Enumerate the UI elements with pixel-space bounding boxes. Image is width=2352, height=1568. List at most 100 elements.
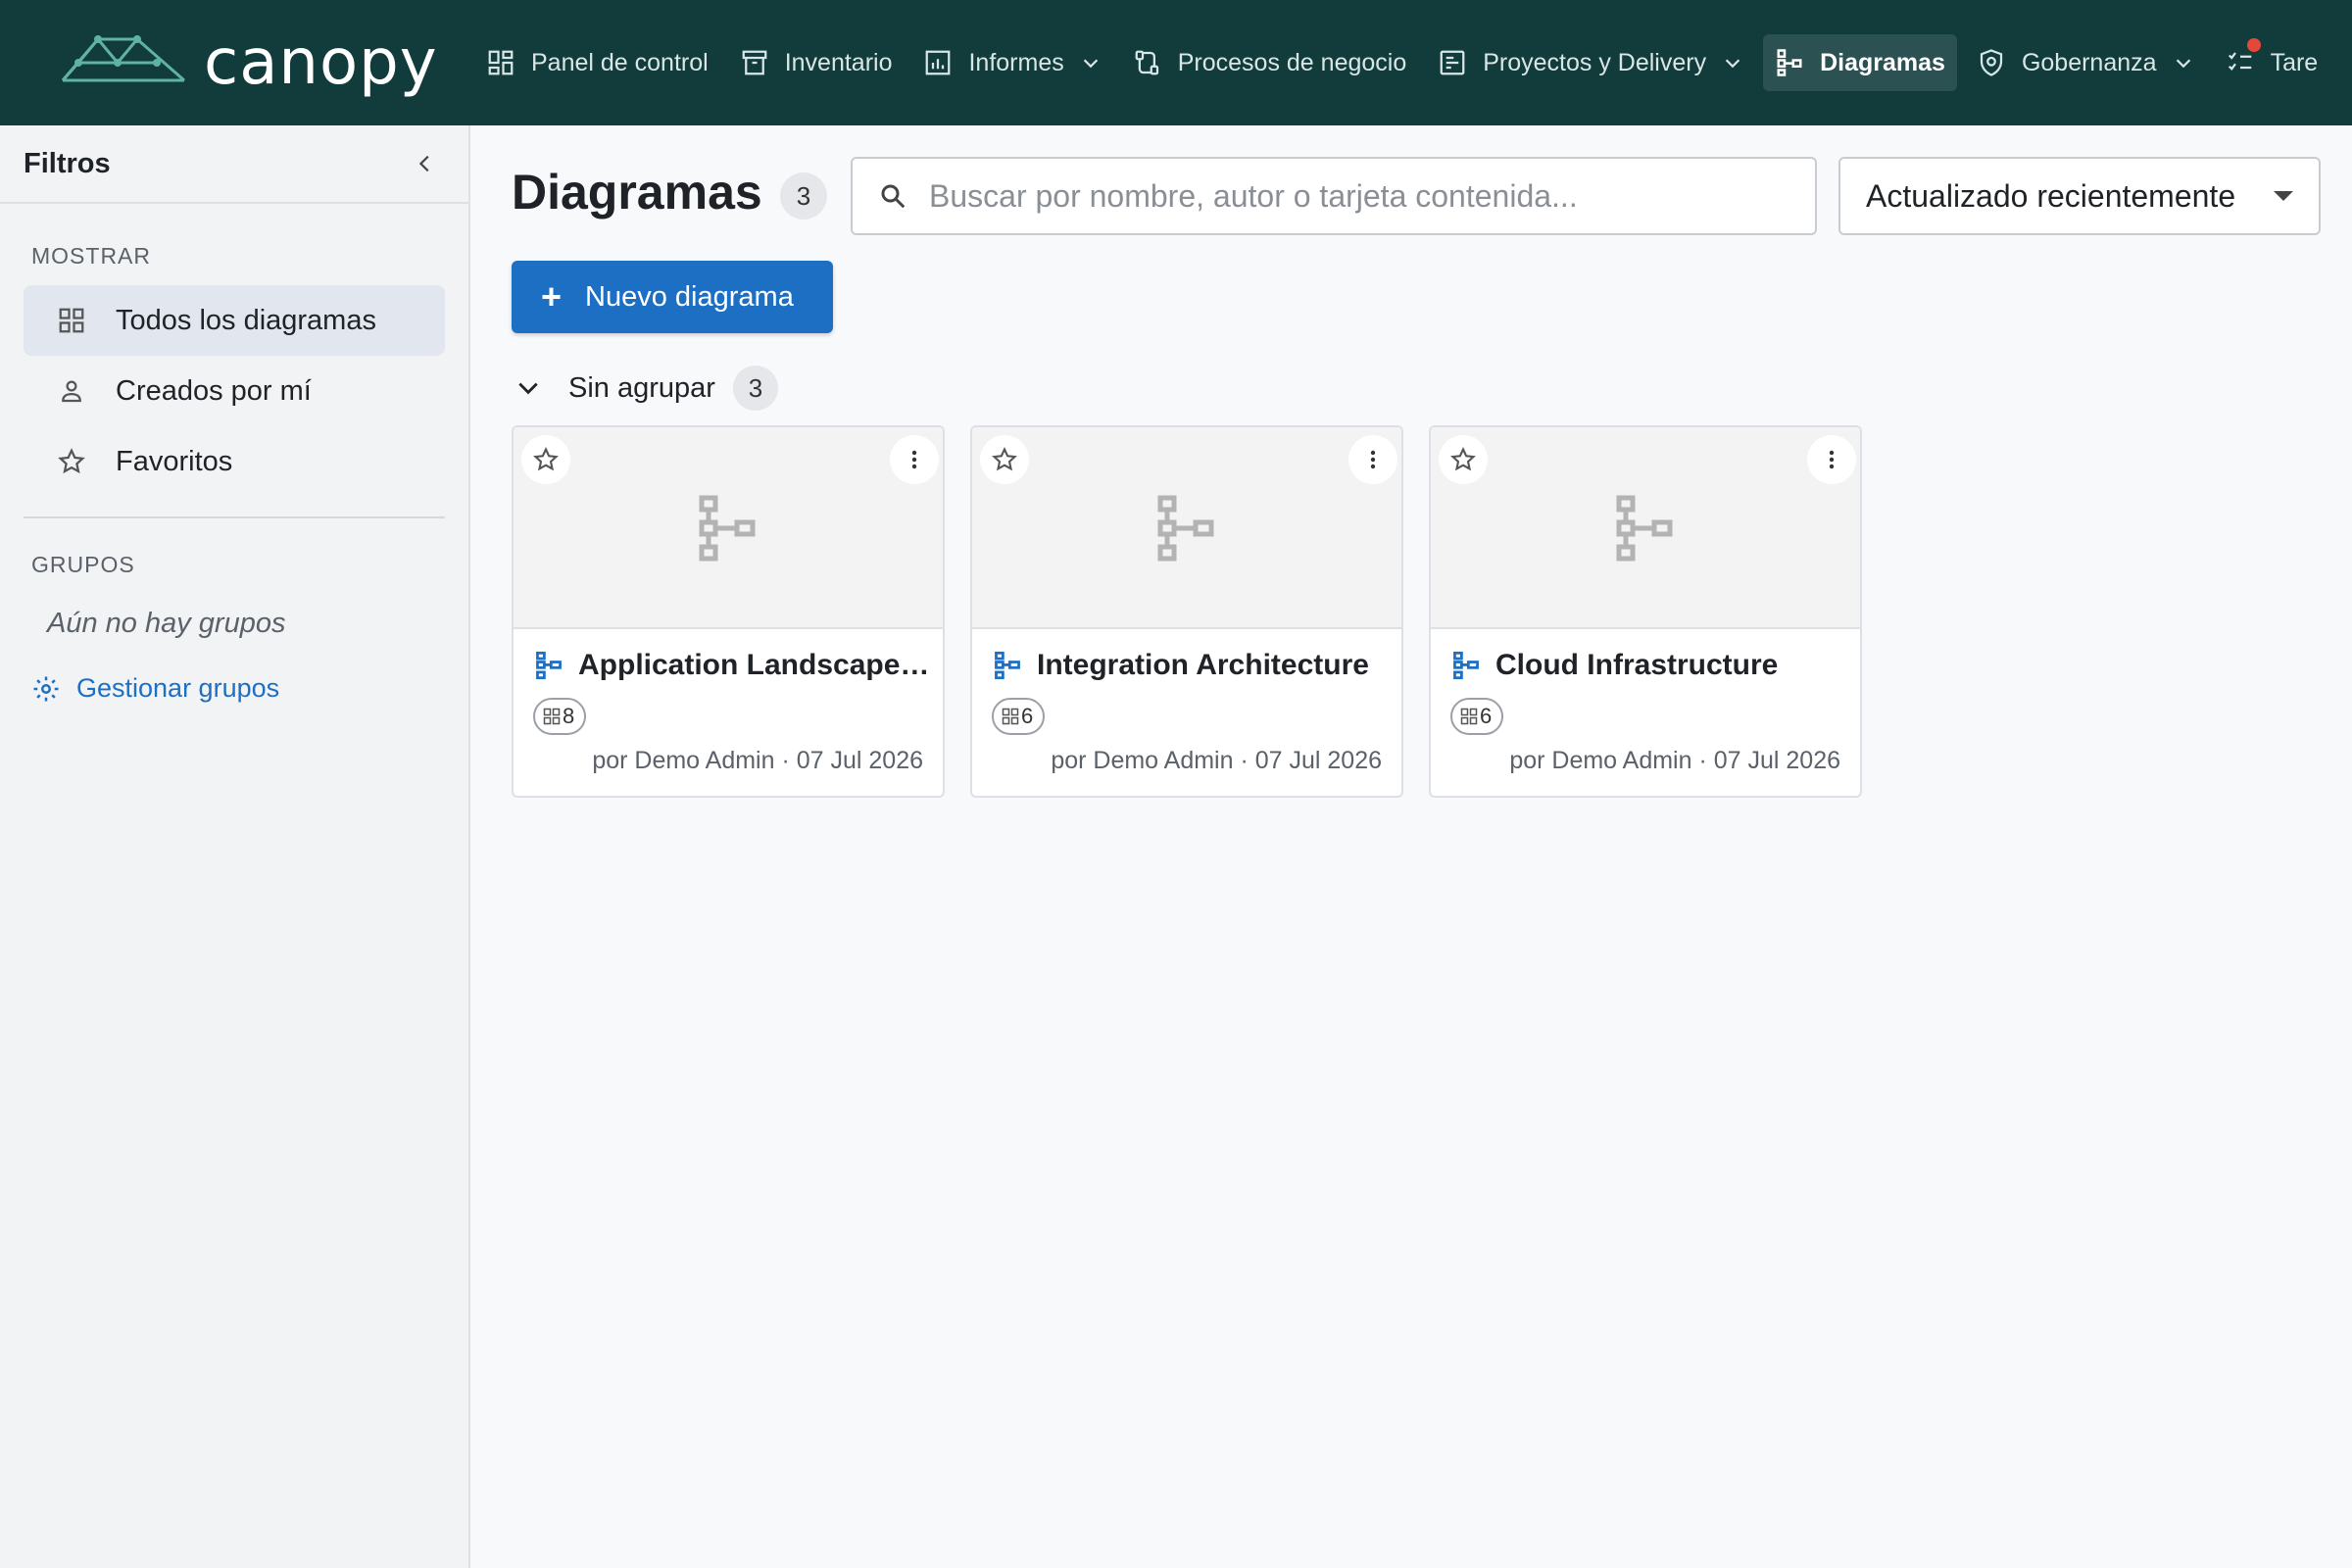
card-title-row: Integration Architecture [994, 649, 1390, 682]
star-icon [533, 447, 559, 471]
chevron-down-icon [1083, 59, 1098, 69]
more-vertical-icon [1370, 450, 1376, 469]
sidebar-item-all-diagrams[interactable]: Todos los diagramas [24, 285, 445, 356]
person-icon [62, 380, 81, 403]
card-count-chip: 6 [1450, 698, 1503, 735]
diagram-card[interactable]: Integration Architecture 6 por Demo Admi… [970, 425, 1403, 798]
main-content: Diagramas 3 Actualizado recientemente + … [472, 125, 2352, 1568]
brand-logo[interactable]: canopy [59, 27, 438, 98]
manage-groups-link[interactable]: Gestionar grupos [0, 673, 468, 704]
diagram-icon [1453, 651, 1479, 680]
sidebar-title: Filtros [24, 147, 111, 179]
plus-icon: + [541, 276, 563, 317]
sidebar-item-favorites[interactable]: Favoritos [24, 426, 445, 497]
shield-icon [1980, 49, 2003, 76]
sidebar-header: Filtros [0, 125, 468, 204]
card-menu-button[interactable] [1807, 435, 1856, 484]
diagram-placeholder-icon [699, 495, 756, 562]
dashboard-icon [488, 50, 514, 75]
card-menu-button[interactable] [890, 435, 939, 484]
favorite-button[interactable] [521, 435, 570, 484]
notification-dot [2246, 38, 2261, 52]
card-title-row: Cloud Infrastructure [1452, 649, 1848, 682]
card-title-row: Application Landscape ... [535, 649, 931, 682]
card-thumbnail [972, 427, 1401, 629]
diagram-icon [536, 651, 562, 680]
card-thumbnail [1431, 427, 1860, 629]
card-count-chip: 6 [992, 698, 1045, 735]
diagram-icon [995, 651, 1020, 680]
diagram-card[interactable]: Cloud Infrastructure 6 por Demo Admin · … [1429, 425, 1862, 798]
card-count-chip: 8 [533, 698, 586, 735]
groups-section-label: GRUPOS [31, 552, 135, 577]
sort-label: Actualizado recientemente [1866, 177, 2236, 214]
nav-item-diagramas[interactable]: Diagramas [1763, 34, 1957, 91]
search-input[interactable] [929, 177, 1811, 215]
nav-label: Panel de control [531, 48, 709, 76]
group-count-badge: 3 [732, 366, 778, 411]
card-meta: por Demo Admin · 07 Jul 2026 [1509, 747, 1840, 774]
nav-label: Inventario [784, 48, 893, 76]
cards-icon [1460, 708, 1478, 725]
favorite-button[interactable] [1439, 435, 1488, 484]
tasks-icon [2228, 52, 2251, 71]
nav-label: Procesos de negocio [1177, 48, 1407, 76]
star-icon [1450, 447, 1476, 471]
nav-label: Diagramas [1820, 48, 1945, 76]
chevron-down-icon [518, 382, 538, 395]
diagram-placeholder-icon [1616, 495, 1673, 562]
manage-groups-label: Gestionar grupos [76, 673, 280, 703]
favorite-button[interactable] [980, 435, 1029, 484]
canopy-logo-icon [61, 35, 185, 82]
diagram-icon [1777, 49, 1802, 76]
nav-label: Gobernanza [2021, 48, 2157, 76]
chart-icon [926, 50, 951, 75]
search-box[interactable] [851, 157, 1817, 235]
cards-icon [1002, 708, 1019, 725]
nav-item-proyectos-y-delivery[interactable]: Proyectos y Delivery [1426, 34, 1755, 91]
card-title: Cloud Infrastructure [1495, 649, 1779, 681]
sidebar-item-label: Todos los diagramas [116, 304, 376, 336]
diagram-card[interactable]: Application Landscape ... 8 por Demo Adm… [512, 425, 945, 798]
more-vertical-icon [1829, 450, 1835, 469]
card-menu-button[interactable] [1348, 435, 1397, 484]
card-thumbnail [514, 427, 943, 629]
card-count: 6 [1021, 704, 1034, 728]
nav-item-gobernanza[interactable]: Gobernanza [1965, 34, 2206, 91]
search-icon [881, 184, 906, 209]
nav-item-informes[interactable]: Informes [911, 34, 1112, 91]
card-count: 8 [563, 704, 575, 728]
new-diagram-label: Nuevo diagrama [585, 280, 794, 313]
main-nav: Panel de control Inventario Informes Pro… [474, 33, 2337, 92]
group-label: Sin agrupar [568, 371, 715, 404]
sidebar-item-created-by-me[interactable]: Creados por mí [24, 356, 445, 426]
sort-select[interactable]: Actualizado recientemente [1838, 157, 2321, 235]
gear-icon [33, 676, 59, 701]
nav-item-panel-de-control[interactable]: Panel de control [474, 34, 720, 91]
page-title: Diagramas [512, 165, 762, 220]
collapse-sidebar-button[interactable] [406, 144, 445, 183]
card-meta: por Demo Admin · 07 Jul 2026 [592, 747, 923, 774]
nav-item-procesos-de-negocio[interactable]: Procesos de negocio [1121, 34, 1418, 91]
star-icon [992, 447, 1017, 471]
cards-icon [543, 708, 561, 725]
sidebar-item-label: Creados por mí [116, 374, 312, 407]
groups-empty-text: Aún no hay grupos [47, 608, 286, 639]
card-count: 6 [1480, 704, 1493, 728]
card-meta: por Demo Admin · 07 Jul 2026 [1051, 747, 1382, 774]
nav-label: Proyectos y Delivery [1483, 48, 1707, 76]
card-title: Integration Architecture [1037, 649, 1369, 681]
show-section-label: MOSTRAR [31, 243, 151, 269]
chevron-left-icon [418, 155, 429, 172]
nav-item-tareas[interactable]: Tare [2214, 34, 2330, 91]
project-icon [1440, 50, 1465, 75]
nav-label: Informes [968, 48, 1064, 76]
group-header[interactable]: Sin agrupar 3 [515, 361, 778, 416]
diagram-placeholder-icon [1157, 495, 1214, 562]
archive-icon [742, 50, 767, 75]
star-icon [58, 448, 85, 474]
top-navigation: canopy Panel de control Inventario Infor… [0, 0, 2352, 125]
nav-item-inventario[interactable]: Inventario [728, 34, 905, 91]
new-diagram-button[interactable]: + Nuevo diagrama [512, 261, 833, 333]
caret-down-icon [2274, 191, 2293, 201]
